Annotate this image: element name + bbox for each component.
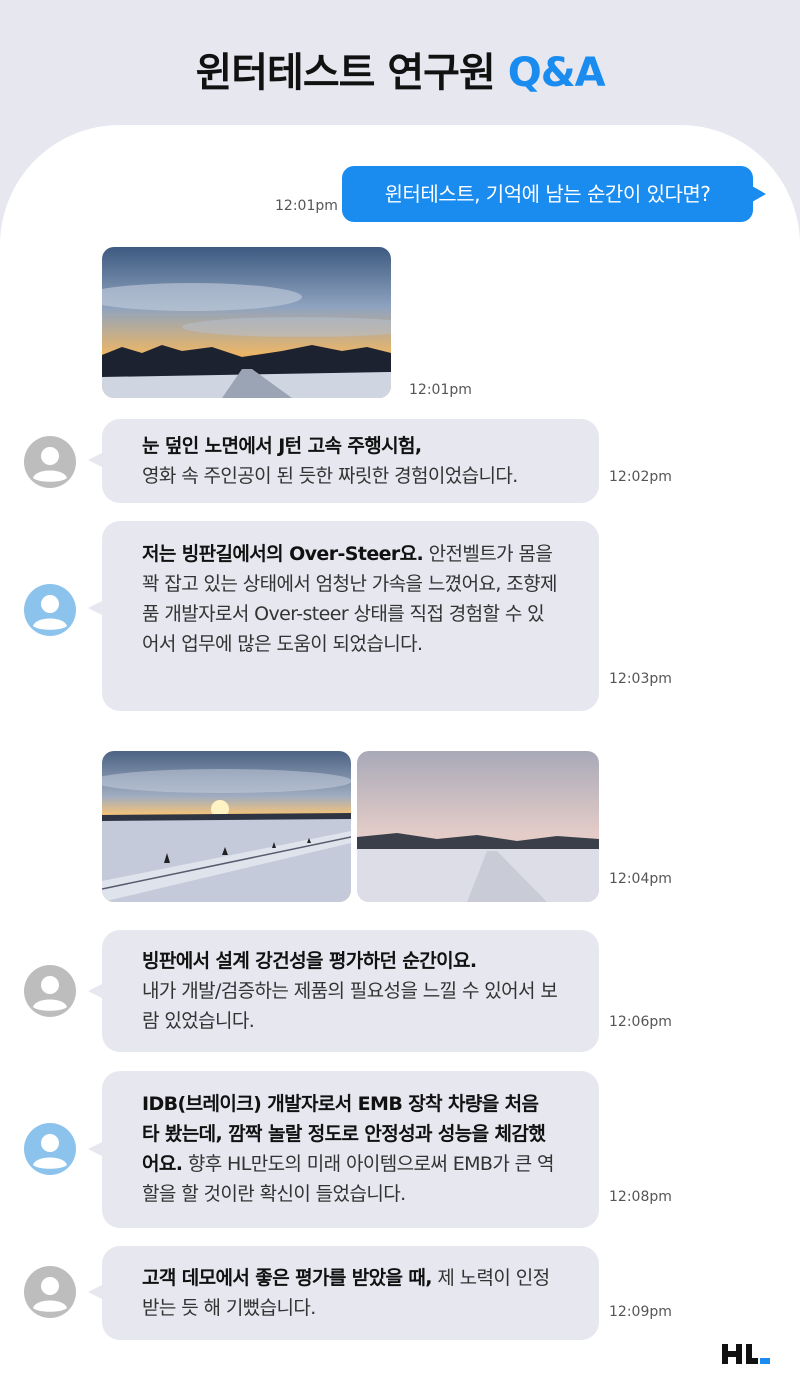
answer-bubble: IDB(브레이크) 개발자로서 EMB 장착 차량을 처음 타 봤는데, 깜짝 … bbox=[102, 1071, 599, 1228]
title-main: 윈터테스트 연구원 bbox=[195, 50, 495, 96]
answer-time: 12:08pm bbox=[609, 1189, 672, 1205]
avatar bbox=[24, 1266, 76, 1318]
bubble-tail bbox=[88, 1285, 102, 1299]
photos2-time: 12:04pm bbox=[609, 871, 672, 887]
answer-bold: 빙판에서 설계 강건성을 평가하던 순간이요. bbox=[142, 950, 477, 972]
answer-bubble: 고객 데모에서 좋은 평가를 받았을 때, 제 노력이 인정받는 듯 해 기뻤습… bbox=[102, 1246, 599, 1340]
bubble-tail bbox=[88, 601, 102, 615]
bubble-tail bbox=[88, 984, 102, 998]
answer-time: 12:03pm bbox=[609, 671, 672, 687]
ice-track-sunset-photo bbox=[102, 751, 351, 902]
frozen-lake-photo bbox=[357, 751, 599, 902]
answer-bold: 저는 빙판길에서의 Over-Steer요. bbox=[142, 543, 424, 565]
answer-time: 12:09pm bbox=[609, 1304, 672, 1320]
answer-time: 12:06pm bbox=[609, 1014, 672, 1030]
question-bubble-tail bbox=[752, 186, 766, 202]
avatar bbox=[24, 965, 76, 1017]
title-accent: Q&A bbox=[507, 50, 606, 96]
answer-bubble: 눈 덮인 노면에서 J턴 고속 주행시험, 영화 속 주인공이 된 듯한 짜릿한… bbox=[102, 419, 599, 503]
answer-bold: 고객 데모에서 좋은 평가를 받았을 때, bbox=[142, 1267, 433, 1289]
question-time: 12:01pm bbox=[275, 198, 338, 214]
answer-text: 영화 속 주인공이 된 듯한 짜릿한 경험이었습니다. bbox=[142, 465, 518, 487]
answer-bubble: 저는 빙판길에서의 Over-Steer요. 안전벨트가 몸을 꽉 잡고 있는 … bbox=[102, 521, 599, 711]
avatar bbox=[24, 584, 76, 636]
winter-road-sunset-photo bbox=[102, 247, 391, 398]
answer-text: 향후 HL만도의 미래 아이템으로써 EMB가 큰 역할을 할 것이란 확신이 … bbox=[142, 1153, 554, 1205]
hl-logo bbox=[722, 1342, 772, 1366]
bubble-tail bbox=[88, 1142, 102, 1156]
answer-bubble: 빙판에서 설계 강건성을 평가하던 순간이요. 내가 개발/검증하는 제품의 필… bbox=[102, 930, 599, 1052]
answer-bold: 눈 덮인 노면에서 J턴 고속 주행시험, bbox=[142, 435, 422, 457]
question-bubble: 윈터테스트, 기억에 남는 순간이 있다면? bbox=[342, 166, 753, 222]
page-title: 윈터테스트 연구원 Q&A bbox=[0, 40, 800, 98]
avatar bbox=[24, 1123, 76, 1175]
photo1-time: 12:01pm bbox=[409, 382, 472, 398]
avatar bbox=[24, 436, 76, 488]
answer-text: 내가 개발/검증하는 제품의 필요성을 느낄 수 있어서 보람 있었습니다. bbox=[142, 980, 558, 1032]
bubble-tail bbox=[88, 453, 102, 467]
answer-time: 12:02pm bbox=[609, 469, 672, 485]
